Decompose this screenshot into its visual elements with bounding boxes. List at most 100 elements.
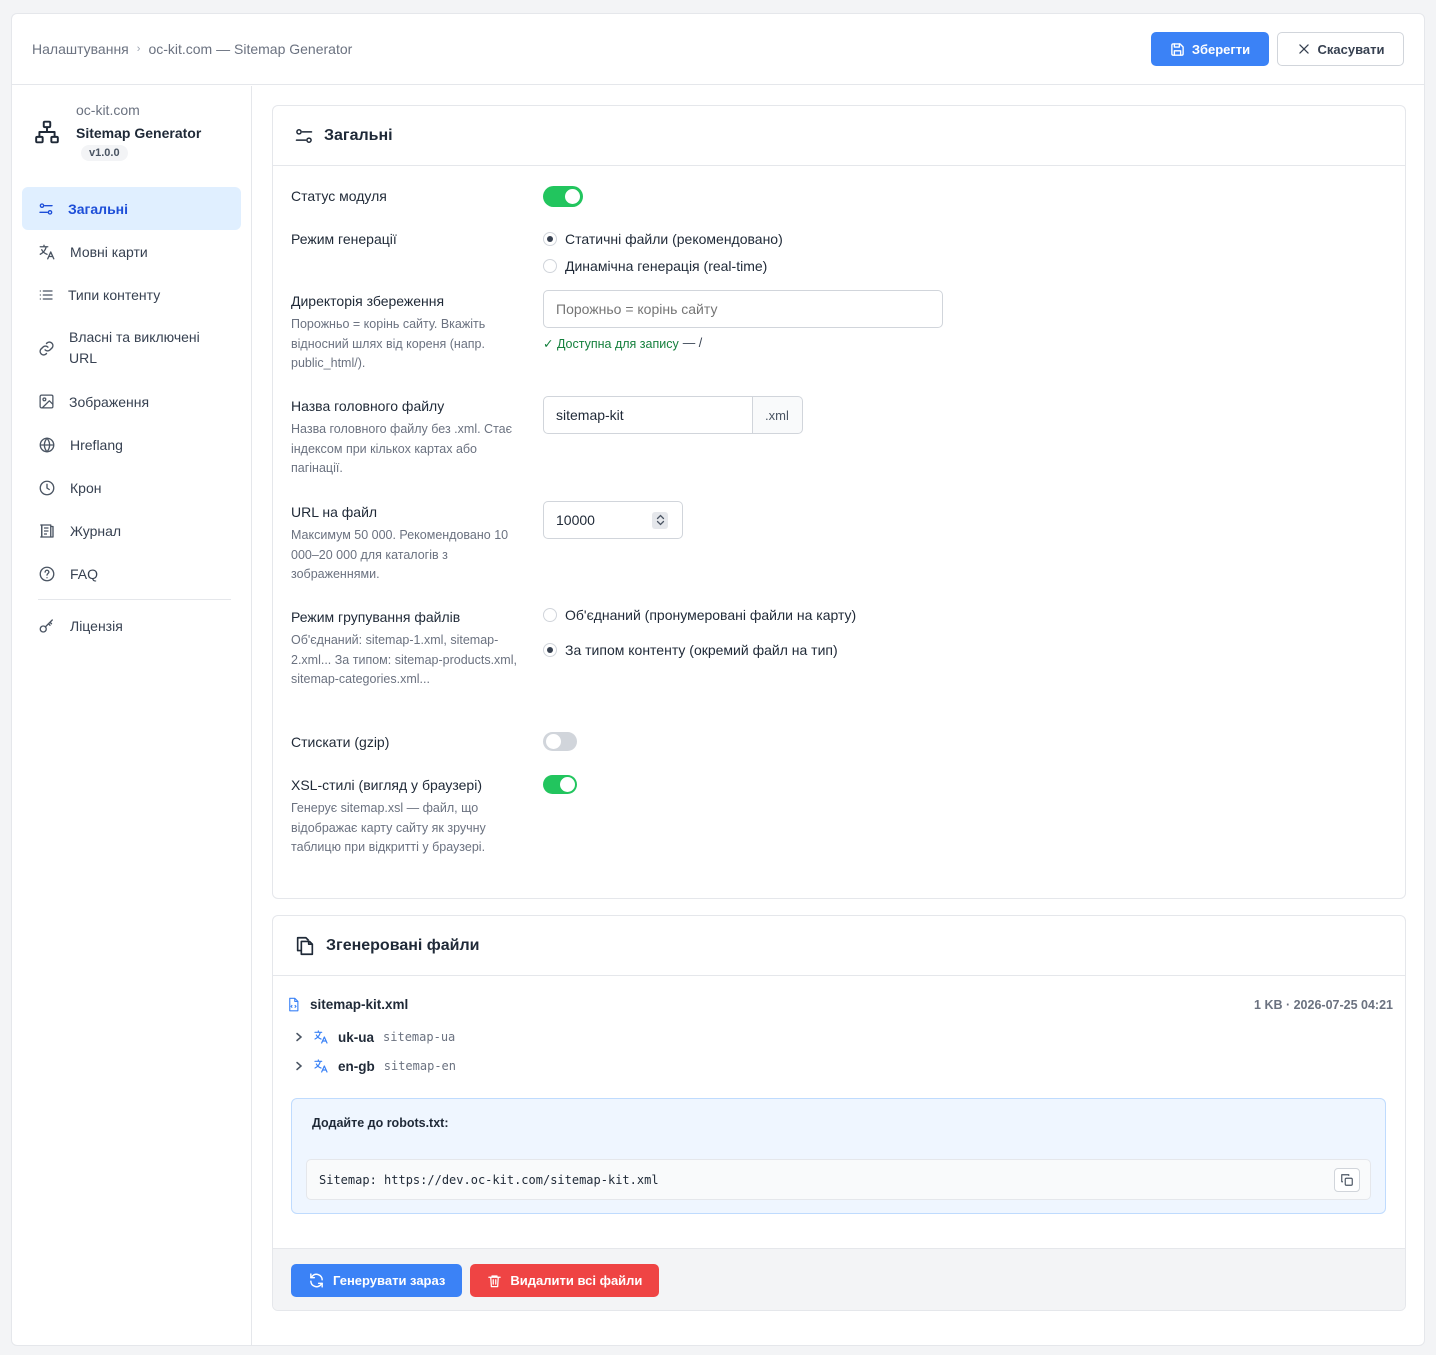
urls-row: URL на файл Максимум 50 000. Рекомендова…: [291, 501, 1381, 585]
dir-input[interactable]: [543, 290, 943, 328]
translate-icon: [39, 244, 55, 259]
xsl-toggle[interactable]: [543, 775, 577, 794]
files-footer: Генерувати зараз Видалити всі файли: [273, 1248, 1405, 1310]
sidebar-item-journal[interactable]: Журнал: [22, 509, 241, 552]
sidebar-item-label: Типи контенту: [68, 286, 161, 303]
xsl-row: XSL-стилі (вигляд у браузері) Генерує si…: [291, 775, 1381, 858]
copy-icon: [1341, 1174, 1353, 1186]
sidebar-item-license[interactable]: Ліцензія: [22, 604, 241, 647]
radio-dot: [543, 259, 557, 273]
grouping-option-by-type[interactable]: За типом контенту (окремий файл на тип): [543, 642, 856, 658]
general-card: Загальні Статус модуля Режим генерації С…: [272, 105, 1406, 899]
lang-code: uk-ua: [338, 1029, 375, 1045]
sliders-icon: [39, 202, 53, 215]
sidebar-item-faq[interactable]: FAQ: [22, 552, 241, 595]
breadcrumb-current: oc-kit.com — Sitemap Generator: [148, 41, 353, 57]
lang-file-row[interactable]: en-gb sitemap-en: [294, 1058, 456, 1074]
delete-all-button[interactable]: Видалити всі файли: [470, 1264, 660, 1297]
urls-label: URL на файл: [291, 504, 378, 520]
dir-hint: Порожньо = корінь сайту. Вкажіть відносн…: [291, 317, 486, 370]
copy-button[interactable]: [1334, 1168, 1360, 1192]
chevron-right-icon[interactable]: [294, 1061, 304, 1071]
filename-hint: Назва головного файлу без .xml. Стає інд…: [291, 422, 512, 475]
sidebar-item-label: Мовні карти: [70, 243, 148, 260]
chevron-right-icon[interactable]: [294, 1032, 304, 1042]
robots-line[interactable]: Sitemap: https://dev.oc-kit.com/sitemap-…: [319, 1173, 659, 1187]
radio-dot: [543, 643, 557, 657]
sidebar-item-images[interactable]: Зображення: [22, 380, 241, 423]
sidebar-item-label: Зображення: [69, 393, 150, 410]
grouping-option-combined[interactable]: Об'єднаний (пронумеровані файли на карту…: [543, 607, 856, 623]
sidebar-item-hreflang[interactable]: Hreflang: [22, 423, 241, 466]
cancel-label: Скасувати: [1317, 41, 1385, 57]
radio-label: Об'єднаний (пронумеровані файли на карту…: [565, 607, 857, 623]
gzip-row: Стискати (gzip): [291, 732, 1381, 751]
dir-status: ✓ Доступна для запису: [543, 337, 679, 351]
gzip-toggle[interactable]: [543, 732, 577, 751]
brand-name: Sitemap Generator: [76, 125, 202, 141]
filename-row: Назва головного файлу Назва головного фа…: [291, 396, 1381, 479]
sidebar-item-label: Ліцензія: [70, 617, 123, 634]
grouping-hint: Об'єднаний: sitemap-1.xml, sitemap-2.xml…: [291, 633, 517, 686]
mode-option-static[interactable]: Статичні файли (рекомендовано): [543, 231, 783, 247]
link-icon: [39, 340, 54, 356]
sidebar-item-label: Крон: [70, 479, 102, 496]
brand-block: oc-kit.com Sitemap Generator v1.0.0: [34, 102, 201, 161]
xsl-label: XSL-стилі (вигляд у браузері): [291, 777, 482, 793]
translate-icon: [314, 1059, 328, 1073]
radio-label: Динамічна генерація (real-time): [565, 258, 768, 274]
cancel-button[interactable]: Скасувати: [1277, 32, 1404, 66]
save-button[interactable]: Зберегти: [1151, 32, 1269, 66]
lang-file: sitemap-ua: [383, 1030, 456, 1044]
generate-label: Генерувати зараз: [333, 1273, 446, 1288]
breadcrumb: Налаштування › oc-kit.com — Sitemap Gene…: [32, 41, 352, 57]
radio-label: Статичні файли (рекомендовано): [565, 231, 783, 247]
radio-dot: [543, 232, 557, 246]
sidebar-item-label: Журнал: [70, 522, 122, 539]
sitemap-icon: [35, 120, 59, 143]
close-icon: [1298, 44, 1309, 54]
mode-row: Режим генерації Статичні файли (рекоменд…: [291, 231, 1381, 274]
image-icon: [39, 394, 54, 409]
breadcrumb-root[interactable]: Налаштування: [32, 41, 129, 57]
lang-file-row[interactable]: uk-ua sitemap-ua: [294, 1029, 455, 1045]
lang-code: en-gb: [338, 1058, 375, 1074]
sidebar-item-label: Загальні: [68, 200, 129, 217]
sidebar-item-cron[interactable]: Крон: [22, 466, 241, 509]
sidebar-item-label: FAQ: [70, 565, 99, 582]
gzip-label: Стискати (gzip): [291, 734, 390, 750]
status-label: Статус модуля: [291, 188, 387, 204]
filename-input[interactable]: sitemap-kit: [543, 396, 753, 434]
sidebar-item-general[interactable]: Загальні: [22, 187, 241, 230]
stepper-arrows-icon[interactable]: [652, 511, 668, 529]
sidebar-item-custom-urls[interactable]: Власні та виключені URL: [22, 316, 241, 380]
sidebar: oc-kit.com Sitemap Generator v1.0.0 Зага…: [12, 86, 252, 1345]
floppy-disk-icon: [1171, 42, 1184, 56]
robots-box: Додайте до robots.txt: Sitemap: https://…: [291, 1098, 1386, 1214]
radio-dot: [543, 608, 557, 622]
mode-option-dynamic[interactable]: Динамічна генерація (real-time): [543, 258, 783, 274]
brand-site: oc-kit.com: [76, 102, 140, 118]
xsl-hint: Генерує sitemap.xsl — файл, що відобража…: [291, 801, 486, 854]
status-toggle[interactable]: [543, 186, 583, 207]
sidebar-item-language-maps[interactable]: Мовні карти: [22, 230, 241, 273]
globe-icon: [39, 436, 55, 453]
generate-now-button[interactable]: Генерувати зараз: [291, 1264, 463, 1297]
general-title: Загальні: [324, 126, 393, 144]
sidebar-divider: [38, 599, 231, 600]
sidebar-item-label: Hreflang: [70, 436, 123, 453]
files-card-header: Згенеровані файли: [273, 916, 1405, 976]
sliders-icon: [295, 128, 313, 143]
main-file-meta: 1 KB · 2026-07-25 04:21: [1254, 997, 1393, 1012]
main-file-name[interactable]: sitemap-kit.xml: [310, 997, 408, 1012]
files-card: Згенеровані файли sitemap-kit.xml 1 KB ·…: [272, 915, 1406, 1311]
dir-status-path: — /: [682, 336, 703, 350]
breadcrumb-separator-icon: ›: [136, 43, 141, 55]
sidebar-item-content-types[interactable]: Типи контенту: [22, 273, 241, 316]
save-label: Зберегти: [1191, 41, 1251, 57]
general-card-header: Загальні: [273, 106, 1405, 166]
robots-label: Додайте до robots.txt:: [312, 1116, 449, 1130]
refresh-icon: [310, 1273, 323, 1288]
urls-stepper[interactable]: 10000: [543, 501, 683, 539]
files-icon: [296, 936, 314, 955]
